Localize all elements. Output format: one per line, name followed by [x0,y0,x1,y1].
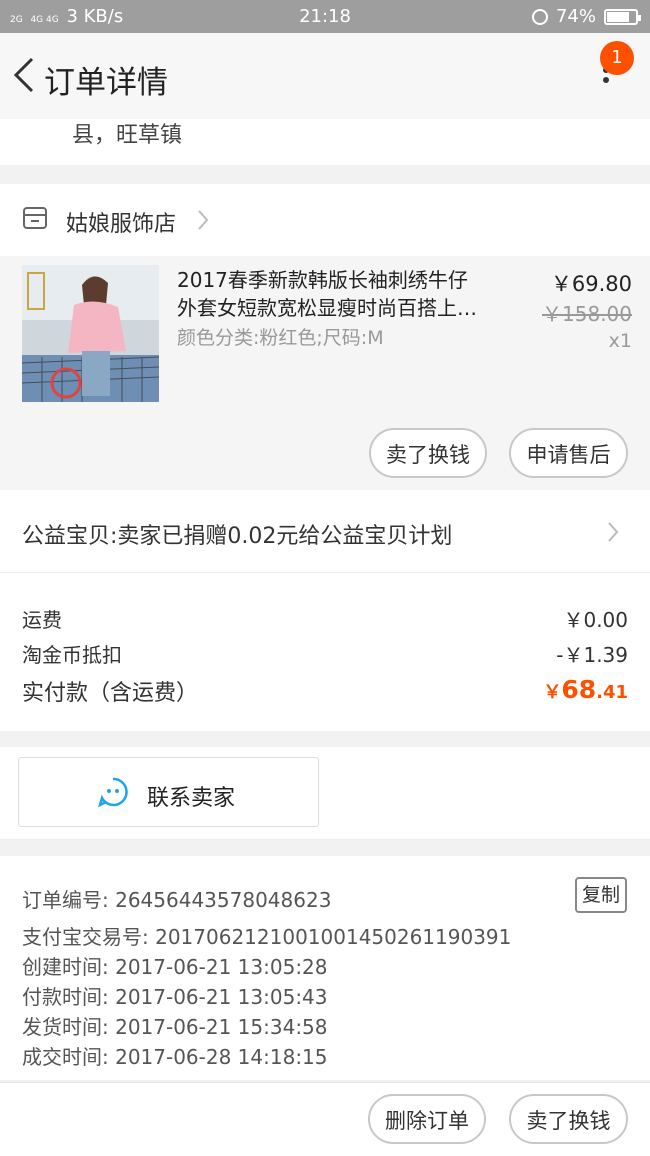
shipping-value: ￥0.00 [563,608,628,632]
contact-section: 联系卖家 [0,747,650,840]
completed-time: 成交时间: 2017-06-28 14:18:15 [22,1045,328,1069]
coins-label: 淘金币抵扣 [22,643,122,667]
product-title[interactable]: 2017春季新款韩版长袖刺绣牛仔 外套女短款宽松显瘦时尚百搭上… [177,266,517,322]
alipay-number: 支付宝交易号: 20170621210010014502611903​91 [22,925,512,949]
coins-value: -￥1.39 [556,643,628,667]
contact-seller-label: 联系卖家 [147,786,236,811]
delivery-address: 县，旺草镇 [0,119,650,165]
chevron-right-icon [198,210,209,230]
charity-text: 公益宝贝:卖家已捐赠0.02元给公益宝贝计划 [22,524,453,549]
original-price: ￥158.00 [542,302,632,326]
fee-summary: 运费 ￥0.00 淘金币抵扣 -￥1.39 实付款（含运费） ￥68.41 [0,573,650,731]
contact-seller-button[interactable]: 联系卖家 [18,757,319,827]
page-title: 订单详情 [44,65,168,101]
shipped-time: 发货时间: 2017-06-21 15:34:58 [22,1015,328,1039]
bottom-action-bar: 删除订单 卖了换钱 [0,1082,650,1156]
total-symbol: ￥ [543,682,562,703]
status-bar: 2G 4G 4G 3 KB/s 21:18 74% [0,0,650,33]
chevron-right-icon [608,522,619,542]
product-quantity: x1 [608,330,632,352]
product-sku: 颜色分类:粉红色;尺码:M [177,327,384,349]
back-arrow-icon[interactable] [8,55,44,95]
shipping-label: 运费 [22,608,62,632]
address-line: 县，旺草镇 [72,123,183,148]
resell-footer-button[interactable]: 卖了换钱 [509,1094,628,1144]
rotation-lock-icon [531,8,548,25]
notification-badge: 1 [600,41,634,75]
total-value: ￥68.41 [543,675,628,704]
copy-button[interactable]: 复制 [575,877,627,913]
nav-bar: 订单详情 1 [0,33,650,119]
total-integer: 68 [561,675,597,704]
order-item[interactable]: 2017春季新款韩版长袖刺绣牛仔 外套女短款宽松显瘦时尚百搭上… 颜色分类:粉红… [0,256,650,490]
total-label: 实付款（含运费） [22,681,199,706]
paid-time: 付款时间: 2017-06-21 13:05:43 [22,985,328,1009]
store-icon [23,207,47,229]
order-number: 订单编号: 26456443578048623 [22,888,332,912]
product-thumbnail[interactable] [22,265,159,402]
created-time: 创建时间: 2017-06-21 13:05:28 [22,955,328,979]
product-title-line1: 2017春季新款韩版长袖刺绣牛仔 [177,268,468,292]
product-title-line2: 外套女短款宽松显瘦时尚百搭上… [177,296,477,320]
delete-order-button[interactable]: 删除订单 [368,1094,486,1144]
after-sale-button[interactable]: 申请售后 [509,428,628,478]
shop-header[interactable]: 姑娘服饰店 [0,184,650,256]
battery-percent: 74% [555,6,596,27]
order-info: 订单编号: 26456443578048623 复制 支付宝交易号: 20170… [0,856,650,1080]
chat-smile-icon [98,777,128,808]
battery-icon [604,8,641,25]
shop-name: 姑娘服饰店 [66,212,177,237]
product-price: ￥69.80 [550,272,632,296]
resell-button[interactable]: 卖了换钱 [369,428,487,478]
charity-row[interactable]: 公益宝贝:卖家已捐赠0.02元给公益宝贝计划 [0,490,650,573]
total-decimal: .41 [596,682,628,703]
